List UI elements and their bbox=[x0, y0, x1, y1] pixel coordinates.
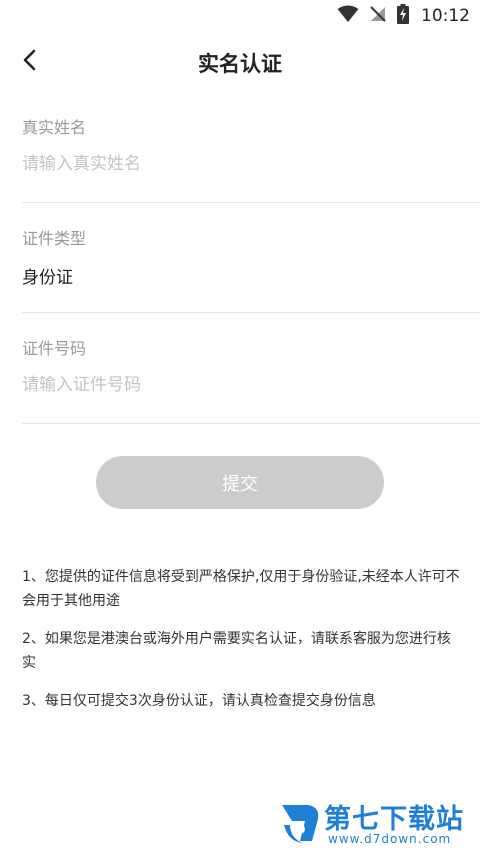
wifi-icon bbox=[337, 5, 359, 27]
d7-logo-icon bbox=[278, 801, 322, 849]
battery-charging-icon bbox=[397, 4, 409, 28]
notes-list: 1、您提供的证件信息将受到严格保护,仅用于身份验证,未经本人许可不会用于其他用途… bbox=[22, 565, 462, 727]
page-title: 实名认证 bbox=[198, 52, 282, 76]
id-number-field: 证件号码 bbox=[22, 335, 480, 424]
note-item: 3、每日仅可提交3次身份认证，请认真检查提交身份信息 bbox=[22, 693, 376, 709]
name-input[interactable] bbox=[22, 150, 442, 178]
id-number-input[interactable] bbox=[22, 371, 442, 399]
name-label: 真实姓名 bbox=[22, 118, 87, 137]
watermark-url: www.d7down.com bbox=[328, 832, 452, 846]
id-type-label: 证件类型 bbox=[22, 229, 87, 248]
id-type-selector[interactable]: 身份证 bbox=[22, 263, 73, 288]
id-number-label: 证件号码 bbox=[22, 339, 87, 358]
id-type-field: 证件类型 身份证 bbox=[22, 225, 480, 313]
name-field: 真实姓名 bbox=[22, 114, 480, 203]
submit-button[interactable]: 提交 bbox=[96, 456, 384, 509]
status-time: 10:12 bbox=[421, 6, 470, 26]
nav-bar: 实名认证 bbox=[0, 32, 480, 92]
status-bar: 10:12 bbox=[0, 0, 480, 32]
status-icons: 10:12 bbox=[337, 4, 470, 28]
no-signal-icon bbox=[369, 5, 387, 27]
note-item: 2、如果您是港澳台或海外用户需要实名认证，请联系客服为您进行核实 bbox=[22, 631, 451, 671]
watermark-text: 第七下载站 bbox=[324, 804, 464, 835]
watermark: 第七下载站 www.d7down.com bbox=[278, 797, 474, 849]
note-item: 1、您提供的证件信息将受到严格保护,仅用于身份验证,未经本人许可不会用于其他用途 bbox=[22, 569, 460, 609]
